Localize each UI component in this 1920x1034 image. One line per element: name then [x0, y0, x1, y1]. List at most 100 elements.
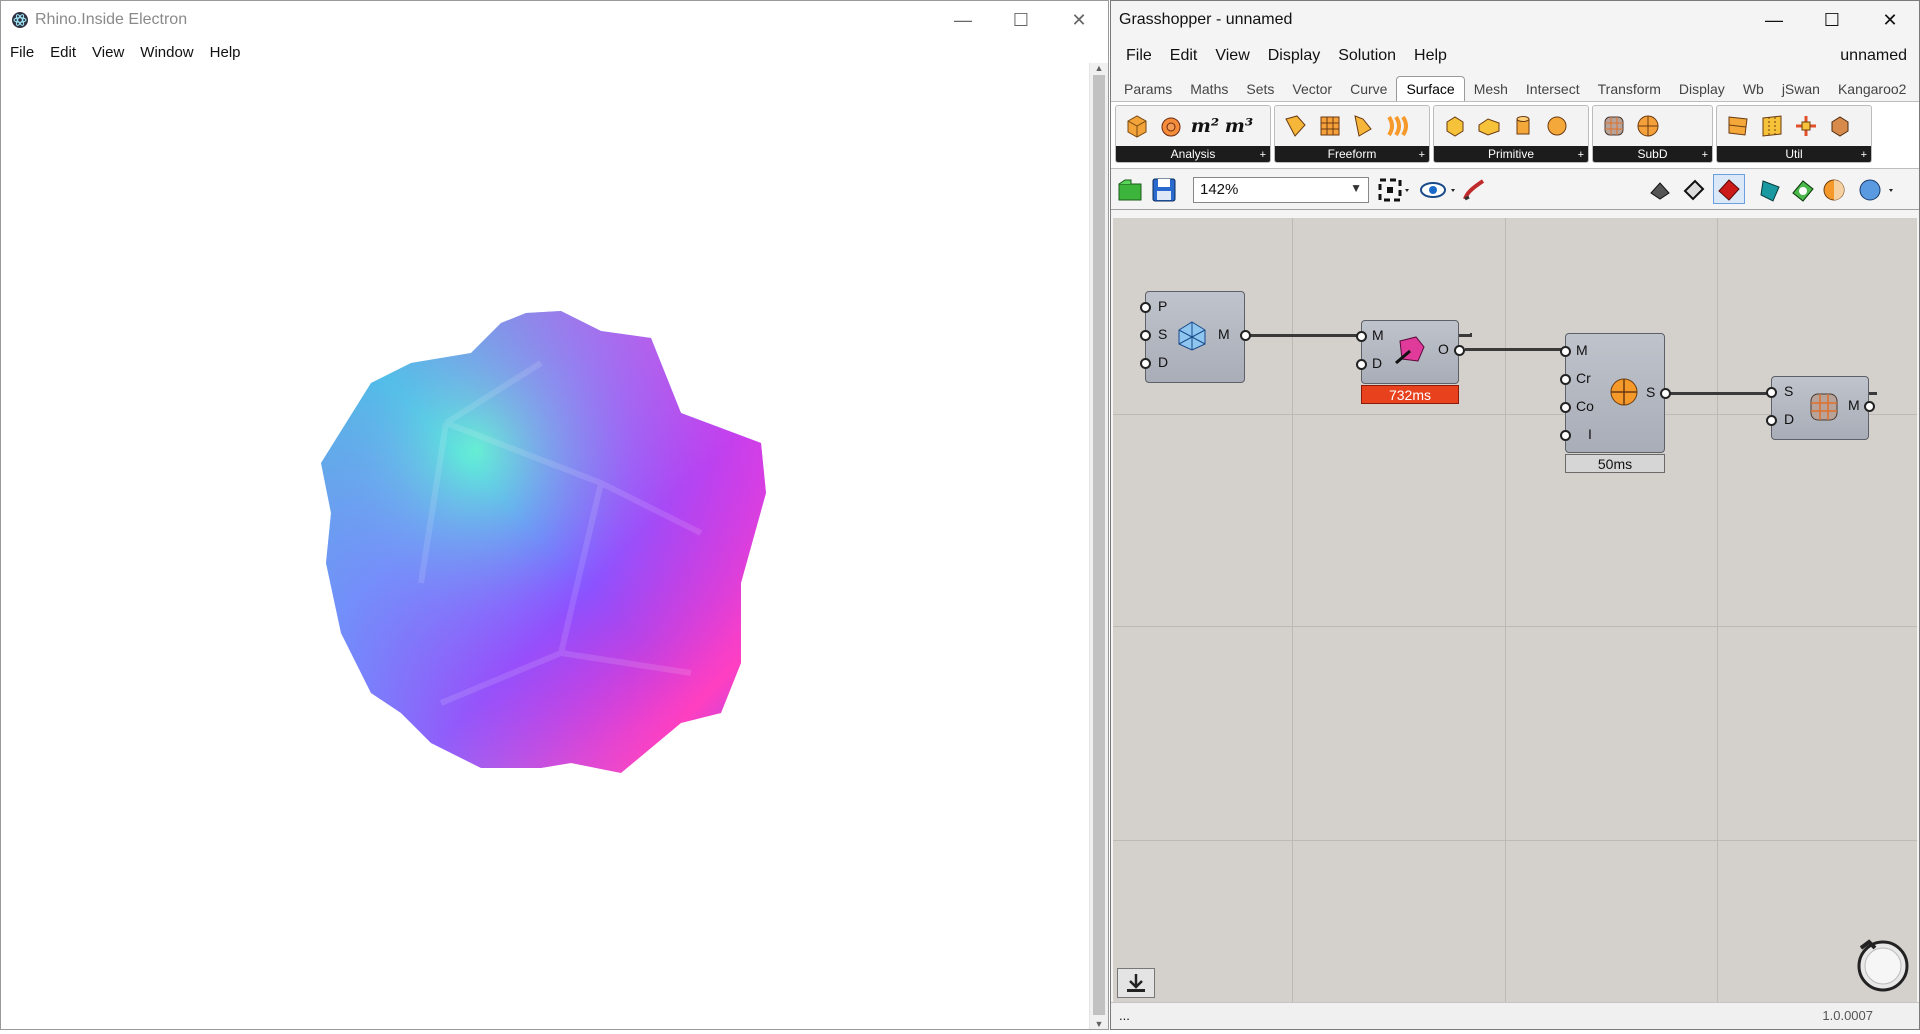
port-input[interactable]	[1140, 358, 1151, 369]
tab-jswan[interactable]: jSwan	[1773, 81, 1829, 101]
solution-status-icon[interactable]	[1855, 936, 1911, 997]
port-input[interactable]	[1140, 302, 1151, 313]
vertical-scrollbar[interactable]: ▲ ▼	[1089, 63, 1108, 1029]
tab-surface[interactable]: Surface	[1396, 76, 1465, 101]
zoom-extents-icon[interactable]	[1377, 177, 1413, 208]
tab-transform[interactable]: Transform	[1589, 81, 1670, 101]
panel-label-subd[interactable]: SubD	[1593, 146, 1712, 162]
cylinder-icon[interactable]	[1508, 111, 1538, 141]
volume-icon[interactable]: m³	[1224, 111, 1254, 141]
tab-intersect[interactable]: Intersect	[1517, 81, 1589, 101]
left-titlebar[interactable]: Rhino.Inside Electron — ☐ ✕	[1, 1, 1108, 39]
scrollbar-thumb[interactable]	[1093, 75, 1105, 1015]
menu-solution[interactable]: Solution	[1329, 47, 1405, 65]
menu-view[interactable]: View	[1206, 47, 1258, 65]
surface-from-points-icon[interactable]	[1315, 111, 1345, 141]
tab-mesh[interactable]: Mesh	[1465, 81, 1517, 101]
close-button[interactable]: ✕	[1861, 1, 1919, 39]
port-input[interactable]	[1560, 346, 1571, 357]
port-output[interactable]	[1660, 388, 1671, 399]
port-input[interactable]	[1766, 387, 1777, 398]
preview-wireframe-icon[interactable]	[1681, 177, 1707, 208]
mesh-from-subd-component[interactable]: S D M	[1771, 376, 1869, 440]
scroll-up-icon[interactable]: ▲	[1090, 63, 1108, 73]
port-input[interactable]	[1560, 402, 1571, 413]
brep-analysis-icon[interactable]	[1156, 111, 1186, 141]
offset-surface-icon[interactable]	[1791, 111, 1821, 141]
zoom-dropdown[interactable]: 142% ▼	[1193, 177, 1369, 203]
box-analysis-icon[interactable]	[1122, 111, 1152, 141]
subd-from-mesh-component[interactable]: M Cr Co I S	[1565, 333, 1665, 453]
canvas-widget-button[interactable]	[1117, 968, 1155, 998]
tab-display[interactable]: Display	[1670, 81, 1734, 101]
extrude-icon[interactable]	[1281, 111, 1311, 141]
menu-help[interactable]: Help	[202, 44, 249, 61]
expand-icon[interactable]: +	[1702, 149, 1708, 161]
port-output[interactable]	[1864, 401, 1875, 412]
scroll-down-icon[interactable]: ▼	[1090, 1019, 1108, 1029]
subd-sphere-icon[interactable]	[1633, 111, 1663, 141]
open-file-icon[interactable]	[1117, 177, 1143, 208]
preview-mesh-icon[interactable]	[1789, 177, 1815, 208]
port-input[interactable]	[1560, 430, 1571, 441]
panel-label-util[interactable]: Util	[1717, 146, 1871, 162]
grasshopper-canvas[interactable]: P S D M M D O 732ms M Cr Co I S 50ms S D…	[1113, 218, 1917, 1003]
isotrim-icon[interactable]	[1757, 111, 1787, 141]
port-input[interactable]	[1356, 331, 1367, 342]
tab-vector[interactable]: Vector	[1283, 81, 1341, 101]
panel-label-primitive[interactable]: Primitive	[1434, 146, 1588, 162]
box-rectangle-icon[interactable]	[1474, 111, 1504, 141]
sketch-brush-icon[interactable]	[1461, 177, 1487, 208]
expand-icon[interactable]: +	[1861, 149, 1867, 161]
maximize-button[interactable]: ☐	[992, 1, 1050, 39]
sphere-icon[interactable]	[1542, 111, 1572, 141]
port-input[interactable]	[1560, 374, 1571, 385]
maximize-button[interactable]: ☐	[1803, 1, 1861, 39]
menu-view[interactable]: View	[84, 44, 132, 61]
preview-off-icon[interactable]	[1647, 177, 1673, 208]
menu-edit[interactable]: Edit	[1161, 47, 1207, 65]
gh-titlebar[interactable]: Grasshopper - unnamed — ☐ ✕	[1111, 1, 1919, 39]
panel-label-analysis[interactable]: Analysis	[1116, 146, 1270, 162]
port-input[interactable]	[1766, 415, 1777, 426]
minimize-button[interactable]: —	[934, 1, 992, 39]
divide-surface-icon[interactable]	[1723, 111, 1753, 141]
menu-help[interactable]: Help	[1405, 47, 1456, 65]
expand-icon[interactable]: +	[1419, 149, 1425, 161]
preview-shaded-button[interactable]	[1713, 174, 1745, 204]
port-input[interactable]	[1140, 330, 1151, 341]
tab-wb[interactable]: Wb	[1734, 81, 1773, 101]
cap-holes-icon[interactable]	[1825, 111, 1855, 141]
preview-eye-icon[interactable]	[1419, 177, 1459, 208]
sweep-icon[interactable]	[1349, 111, 1379, 141]
port-output[interactable]	[1454, 345, 1465, 356]
tab-params[interactable]: Params	[1115, 81, 1181, 101]
area-icon[interactable]: m²	[1190, 111, 1220, 141]
bounding-box-icon[interactable]	[1440, 111, 1470, 141]
expand-icon[interactable]: +	[1578, 149, 1584, 161]
tab-maths[interactable]: Maths	[1181, 81, 1237, 101]
chevron-down-icon[interactable]: ▼	[1350, 181, 1362, 195]
minimize-button[interactable]: —	[1745, 1, 1803, 39]
close-button[interactable]: ✕	[1050, 1, 1108, 39]
expand-icon[interactable]: +	[1260, 149, 1266, 161]
menu-file[interactable]: File	[2, 44, 42, 61]
tab-curve[interactable]: Curve	[1341, 81, 1396, 101]
panel-label-freeform[interactable]: Freeform	[1275, 146, 1429, 162]
3d-viewport[interactable]	[1, 63, 1089, 1029]
subd-box-icon[interactable]	[1599, 111, 1629, 141]
menu-display[interactable]: Display	[1259, 47, 1329, 65]
display-sphere-icon[interactable]	[1857, 177, 1897, 208]
save-file-icon[interactable]	[1151, 177, 1177, 208]
port-input[interactable]	[1356, 359, 1367, 370]
mesh-deform-component[interactable]: M D O	[1361, 320, 1459, 384]
preview-material-icon[interactable]	[1821, 177, 1847, 208]
menu-file[interactable]: File	[1117, 47, 1161, 65]
menu-window[interactable]: Window	[132, 44, 201, 61]
preview-selected-icon[interactable]	[1757, 177, 1783, 208]
mesh-sphere-component[interactable]: P S D M	[1145, 291, 1245, 383]
network-surface-icon[interactable]	[1383, 111, 1413, 141]
menu-edit[interactable]: Edit	[42, 44, 84, 61]
tab-kangaroo2[interactable]: Kangaroo2	[1829, 81, 1916, 101]
port-output[interactable]	[1240, 330, 1251, 341]
